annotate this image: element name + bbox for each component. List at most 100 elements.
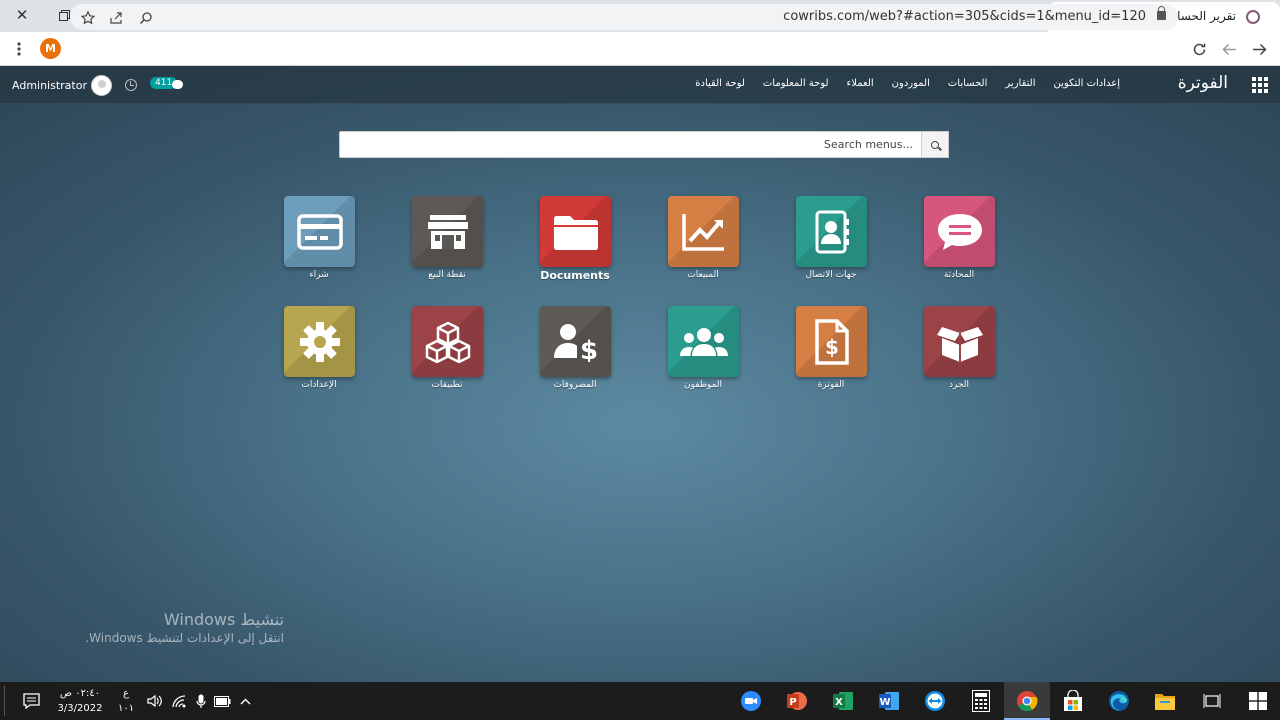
chrome-icon[interactable]: [1014, 688, 1040, 714]
lock-icon[interactable]: [1157, 6, 1166, 20]
menu-item-vendors[interactable]: الموردون: [892, 78, 930, 89]
user-avatar[interactable]: [91, 74, 112, 96]
app-label-apps: تطبيقات: [431, 380, 463, 390]
back-arrow-icon[interactable]: [1216, 36, 1242, 62]
app-tile-settings[interactable]: الإعدادات: [264, 306, 374, 406]
windows-taskbar: ٠٢:٤٠ ص 3/3/2022 ع ١٠١ P X W: [0, 682, 1280, 720]
app-label-employees: الموظفون: [683, 380, 723, 390]
app-tile-point-of-sale[interactable]: نقطة البيع: [392, 196, 502, 296]
odoo-home-menu: الفوترة لوحة القيادة لوحة المعلومات العم…: [0, 66, 1280, 682]
window-close-icon[interactable]: ✕: [0, 0, 44, 30]
apps-grid-icon[interactable]: [1252, 77, 1268, 93]
browser-toolbar: [0, 32, 1280, 66]
app-label-inventory: الجرد: [948, 380, 970, 390]
forward-arrow-icon[interactable]: [1246, 36, 1272, 62]
volume-icon[interactable]: [142, 688, 168, 714]
menu-item-info-board[interactable]: لوحة المعلومات: [763, 78, 829, 89]
show-desktop-divider[interactable]: [4, 686, 5, 716]
app-label-point-of-sale: نقطة البيع: [428, 270, 466, 280]
activity-clock-icon[interactable]: [125, 79, 137, 91]
profile-avatar[interactable]: M: [40, 38, 61, 59]
main-menu: لوحة القيادة لوحة المعلومات العملاء المو…: [695, 78, 1120, 89]
keyboard-layout: ١٠١: [118, 703, 135, 714]
employees-icon: [668, 306, 739, 377]
svg-text:P: P: [789, 697, 796, 708]
menu-item-reports[interactable]: التقارير: [1005, 78, 1035, 89]
file-explorer-icon[interactable]: [1152, 688, 1178, 714]
app-label-documents: Documents: [540, 269, 610, 282]
svg-text:$: $: [579, 336, 597, 362]
chat-bubble-icon: [924, 196, 995, 267]
app-label-settings: الإعدادات: [301, 380, 337, 390]
app-label-purchase: شراء: [309, 270, 329, 280]
app-tile-sales[interactable]: المبيعات: [648, 196, 758, 296]
calculator-icon[interactable]: [968, 688, 994, 714]
odoo-favicon-icon: [1246, 10, 1260, 24]
cubes-icon: [412, 306, 483, 377]
address-bar[interactable]: cowribs.com/web?#action=305&cids=1&menu_…: [70, 4, 1178, 30]
svg-text:$: $: [825, 335, 839, 359]
app-label-sales: المبيعات: [687, 270, 719, 280]
task-view-icon[interactable]: [1199, 688, 1225, 714]
user-menu[interactable]: Administrator: [12, 74, 112, 96]
watermark-subtitle: انتقل إلى الإعدادات لتنشيط Windows.: [85, 631, 284, 645]
app-tile-invoicing[interactable]: $ الفوترة: [776, 306, 886, 406]
excel-icon[interactable]: X: [830, 688, 856, 714]
gear-icon: [284, 306, 355, 377]
expenses-icon: $: [540, 306, 611, 377]
app-label-expenses: المصروفات: [553, 380, 597, 390]
app-label-discuss: المحادثة: [943, 270, 975, 280]
invoice-icon: $: [796, 306, 867, 377]
odoo-top-navbar: الفوترة لوحة القيادة لوحة المعلومات العم…: [0, 66, 1280, 104]
app-tile-discuss[interactable]: المحادثة: [904, 196, 1014, 296]
teamviewer-icon[interactable]: [922, 688, 948, 714]
powerpoint-icon[interactable]: P: [784, 688, 810, 714]
share-icon[interactable]: [106, 8, 126, 28]
taskbar-clock[interactable]: ٠٢:٤٠ ص 3/3/2022: [55, 686, 105, 716]
word-icon[interactable]: W: [876, 688, 902, 714]
taskbar-time: ٠٢:٤٠ ص: [59, 688, 101, 699]
chevron-up-icon[interactable]: [232, 688, 258, 714]
menu-item-dashboard[interactable]: لوحة القيادة: [695, 78, 745, 89]
search-button[interactable]: [922, 131, 949, 158]
notifications-icon[interactable]: [18, 688, 44, 714]
svg-text:W: W: [879, 697, 890, 708]
menu-item-customers[interactable]: العملاء: [847, 78, 874, 89]
app-brand-title[interactable]: الفوترة: [1178, 73, 1228, 93]
app-tile-expenses[interactable]: $ المصروفات: [520, 306, 630, 406]
store-icon[interactable]: [1060, 688, 1086, 714]
watermark-title: تنشيط Windows: [163, 610, 284, 629]
contacts-book-icon: [796, 196, 867, 267]
menu-item-accounting[interactable]: الحسابات: [948, 78, 988, 89]
sales-chart-icon: [668, 196, 739, 267]
app-tile-documents[interactable]: Documents: [520, 196, 630, 296]
taskbar-date: 3/3/2022: [57, 703, 103, 714]
shop-icon: [412, 196, 483, 267]
box-icon: [924, 306, 995, 377]
edge-icon[interactable]: [1106, 688, 1132, 714]
input-language[interactable]: ع ١٠١: [118, 686, 134, 716]
app-tile-inventory[interactable]: الجرد: [904, 306, 1014, 406]
app-tile-purchase[interactable]: شراء: [264, 196, 374, 296]
zoom-icon[interactable]: [136, 8, 156, 28]
bookmark-star-icon[interactable]: [78, 8, 98, 28]
url-text: cowribs.com/web?#action=305&cids=1&menu_…: [783, 9, 1146, 24]
messages-chat-icon[interactable]: [172, 80, 183, 89]
language-code: ع: [123, 688, 129, 699]
zoom-app-icon[interactable]: [738, 688, 764, 714]
app-tile-apps[interactable]: تطبيقات: [392, 306, 502, 406]
search-menus-input[interactable]: [339, 131, 922, 158]
user-name[interactable]: Administrator: [12, 79, 87, 92]
browser-menu-icon[interactable]: [6, 36, 32, 62]
menu-item-configuration[interactable]: إعدادات التكوين: [1053, 78, 1120, 89]
search-icon: [931, 140, 939, 149]
app-tile-employees[interactable]: الموظفون: [648, 306, 758, 406]
windows-start-icon[interactable]: [1245, 688, 1271, 714]
app-label-invoicing: الفوترة: [817, 380, 845, 390]
svg-text:X: X: [835, 697, 843, 708]
credit-card-icon: [284, 196, 355, 267]
windows-activation-watermark: تنشيط Windows انتقل إلى الإعدادات لتنشيط…: [85, 610, 284, 645]
app-tile-contacts[interactable]: جهات الاتصال: [776, 196, 886, 296]
reload-icon[interactable]: [1186, 36, 1212, 62]
app-label-contacts: جهات الاتصال: [805, 270, 857, 280]
